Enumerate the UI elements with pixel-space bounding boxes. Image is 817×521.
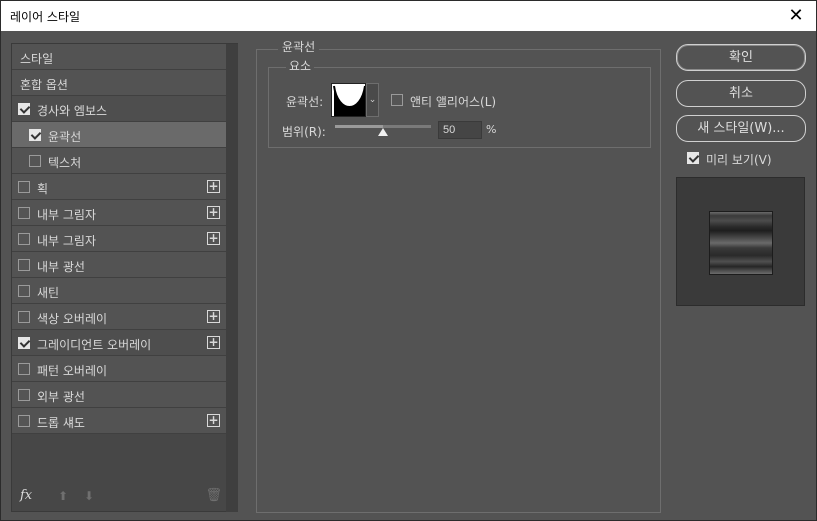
sidebar-item[interactable]: 새틴 [12, 278, 226, 304]
sidebar-item[interactable]: 텍스처 [12, 148, 226, 174]
style-list-scrollbar[interactable] [226, 44, 238, 512]
sidebar-item-label: 패턴 오버레이 [37, 364, 108, 378]
style-list: 스타일 혼합 옵션 경사와 엠보스 윤곽선 텍스처 획 + 내부 그림자 + 내부 그림자 + 내부 … [12, 44, 226, 434]
sidebar-item-checkbox[interactable] [18, 389, 30, 401]
sidebar-item-checkbox[interactable] [18, 311, 30, 323]
sidebar-item-label: 색상 오버레이 [37, 312, 108, 326]
sidebar-item[interactable]: 획 + [12, 174, 226, 200]
sidebar-item-label: 새틴 [37, 286, 60, 300]
range-unit: % [486, 123, 497, 136]
preview-label: 미리 보기(V) [706, 153, 772, 167]
move-down-icon[interactable]: ⬇ [84, 489, 94, 503]
sidebar-item[interactable]: 윤곽선 [12, 122, 226, 148]
sidebar-item-label: 외부 광선 [37, 390, 85, 404]
add-effect-plus-icon[interactable]: + [207, 180, 220, 193]
range-slider[interactable] [335, 125, 431, 136]
add-effect-plus-icon[interactable]: + [207, 336, 220, 349]
contour-label: 윤곽선: [286, 95, 324, 109]
sidebar-item[interactable]: 외부 광선 [12, 382, 226, 408]
add-effect-plus-icon[interactable]: + [207, 232, 220, 245]
sidebar-item-checkbox[interactable] [18, 207, 30, 219]
range-label: 범위(R): [282, 125, 326, 139]
add-effect-plus-icon[interactable]: + [207, 310, 220, 323]
title-bar: 레이어 스타일 ✕ [0, 0, 817, 31]
sidebar-item-label: 스타일 [20, 52, 54, 66]
range-slider-thumb[interactable] [378, 128, 388, 136]
fx-menu-button[interactable]: fx [20, 488, 32, 503]
sidebar-item[interactable]: 경사와 엠보스 [12, 96, 226, 122]
sidebar-item-label: 내부 그림자 [37, 234, 97, 248]
sidebar-item-checkbox[interactable] [18, 337, 30, 349]
sidebar-item[interactable]: 드롭 섀도 + [12, 408, 226, 434]
style-list-panel: 스타일 혼합 옵션 경사와 엠보스 윤곽선 텍스처 획 + 내부 그림자 + 내부 그림자 + 내부 … [11, 43, 238, 512]
add-effect-plus-icon[interactable]: + [207, 206, 220, 219]
sidebar-item-label: 텍스처 [48, 156, 82, 170]
sidebar-item[interactable]: 패턴 오버레이 [12, 356, 226, 382]
close-button[interactable]: ✕ [784, 4, 808, 28]
sidebar-item-checkbox[interactable] [18, 181, 30, 193]
preview-box [676, 177, 805, 306]
sidebar-item-label: 그레이디언트 오버레이 [37, 338, 152, 352]
sidebar-item-label: 경사와 엠보스 [37, 104, 108, 118]
sidebar-item-label: 드롭 섀도 [37, 416, 85, 430]
sidebar-item[interactable]: 내부 그림자 + [12, 226, 226, 252]
sidebar-item[interactable]: 내부 그림자 + [12, 200, 226, 226]
window-title: 레이어 스타일 [10, 10, 81, 24]
sidebar-item-checkbox[interactable] [18, 285, 30, 297]
trash-icon[interactable]: 🗑 [205, 488, 222, 503]
sidebar-item-checkbox[interactable] [18, 363, 30, 375]
sidebar-item[interactable]: 스타일 [12, 44, 226, 70]
sidebar-item[interactable]: 내부 광선 [12, 252, 226, 278]
sidebar-item-label: 내부 광선 [37, 260, 85, 274]
sidebar-item-checkbox[interactable] [18, 415, 30, 427]
sidebar-item-label: 혼합 옵션 [20, 78, 68, 92]
sidebar-item-checkbox[interactable] [18, 233, 30, 245]
preview-checkbox[interactable] [687, 152, 699, 164]
sidebar-item-checkbox[interactable] [18, 259, 30, 271]
contour-group-title: 윤곽선 [278, 38, 320, 55]
sidebar-item-checkbox[interactable] [29, 129, 41, 141]
sidebar-item-checkbox[interactable] [29, 155, 41, 167]
new-style-button[interactable]: 새 스타일(W)... [676, 115, 806, 142]
add-effect-plus-icon[interactable]: + [207, 414, 220, 427]
contour-curve-icon [332, 84, 365, 116]
range-slider-fill [335, 125, 383, 128]
anti-alias-label: 앤티 앨리어스(L) [410, 95, 497, 109]
sidebar-item[interactable]: 혼합 옵션 [12, 70, 226, 96]
anti-alias-checkbox[interactable] [391, 94, 403, 106]
sidebar-item[interactable]: 그레이디언트 오버레이 + [12, 330, 226, 356]
style-list-footer: fx ⬆ ⬇ 🗑 [12, 483, 226, 511]
cancel-button[interactable]: 취소 [676, 80, 806, 107]
preview-swatch [709, 211, 773, 275]
ok-button[interactable]: 확인 [676, 44, 806, 71]
contour-thumbnail[interactable] [331, 83, 366, 117]
elements-group-title: 요소 [286, 57, 315, 74]
sidebar-item-label: 획 [37, 182, 49, 196]
move-up-icon[interactable]: ⬆ [58, 489, 68, 503]
sidebar-item-checkbox[interactable] [18, 103, 30, 115]
sidebar-item-label: 윤곽선 [48, 130, 82, 144]
sidebar-item-label: 내부 그림자 [37, 208, 97, 222]
contour-dropdown-chevron-icon[interactable]: ⌄ [366, 83, 379, 117]
range-input[interactable] [438, 121, 482, 139]
sidebar-item[interactable]: 색상 오버레이 + [12, 304, 226, 330]
